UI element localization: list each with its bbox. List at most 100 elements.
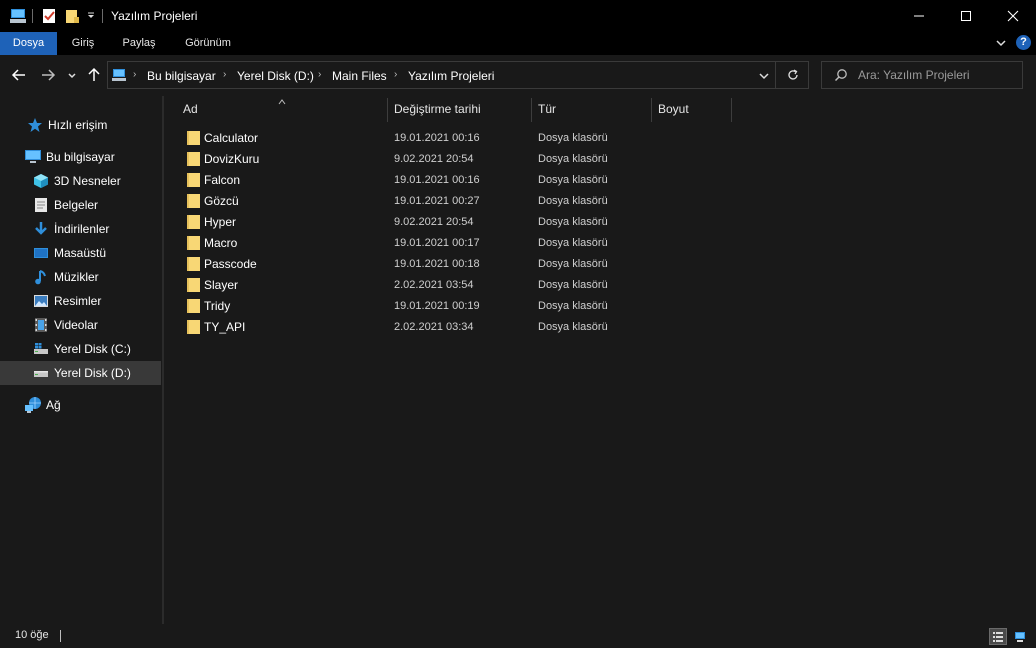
file-date: 9.02.2021 20:54 xyxy=(394,153,474,165)
sidebar-item-videos[interactable]: Videolar xyxy=(0,313,161,337)
table-row[interactable]: Gözcü 19.01.2021 00:27 Dosya klasörü xyxy=(182,191,742,212)
table-row[interactable]: DovizKuru 9.02.2021 20:54 Dosya klasörü xyxy=(182,149,742,170)
sidebar-item-label: İndirilenler xyxy=(54,222,110,236)
column-header-date[interactable]: Değiştirme tarihi xyxy=(394,96,481,122)
tab-file[interactable]: Dosya xyxy=(0,32,57,55)
folder-icon xyxy=(187,173,200,187)
breadcrumb-separator-icon[interactable]: › xyxy=(394,69,397,80)
file-name: TY_API xyxy=(204,320,246,334)
column-header-size[interactable]: Boyut xyxy=(658,96,689,122)
folder-icon xyxy=(187,257,200,271)
title-bar: Yazılım Projeleri xyxy=(0,0,1036,32)
table-row[interactable]: TY_API 2.02.2021 03:34 Dosya klasörü xyxy=(182,317,742,338)
sidebar-item-label: Ağ xyxy=(46,398,61,412)
breadcrumb-separator-icon[interactable]: › xyxy=(318,69,321,80)
this-pc-icon xyxy=(111,67,127,86)
recent-locations-chevron-icon[interactable] xyxy=(67,70,77,84)
sidebar-item-disk-c[interactable]: Yerel Disk (C:) xyxy=(0,337,161,361)
breadcrumb-current-folder[interactable]: Yazılım Projeleri xyxy=(408,69,494,83)
folder-icon xyxy=(187,131,200,145)
sidebar-item-network[interactable]: Ağ xyxy=(0,393,161,417)
sidebar-item-label: Resimler xyxy=(54,294,102,308)
table-row[interactable]: Falcon 19.01.2021 00:16 Dosya klasörü xyxy=(182,170,742,191)
search-icon xyxy=(834,68,848,85)
sort-ascending-icon xyxy=(278,94,286,108)
file-date: 9.02.2021 20:54 xyxy=(394,216,474,228)
sidebar-item-pictures[interactable]: Resimler xyxy=(0,289,161,313)
desktop-icon xyxy=(32,244,50,262)
file-name: Passcode xyxy=(204,257,257,271)
details-view-button[interactable] xyxy=(989,628,1007,645)
breadcrumb-main-files[interactable]: Main Files xyxy=(332,69,387,83)
file-type: Dosya klasörü xyxy=(538,153,608,165)
table-row[interactable]: Passcode 19.01.2021 00:18 Dosya klasörü xyxy=(182,254,742,275)
folder-icon xyxy=(187,215,200,229)
file-date: 19.01.2021 00:16 xyxy=(394,132,480,144)
back-arrow-icon[interactable] xyxy=(11,67,27,86)
sidebar-item-desktop[interactable]: Masaüstü xyxy=(0,241,161,265)
drive-windows-icon xyxy=(32,340,50,358)
properties-icon[interactable] xyxy=(41,7,57,25)
sidebar-item-label: Yerel Disk (D:) xyxy=(54,366,131,380)
table-row[interactable]: Macro 19.01.2021 00:17 Dosya klasörü xyxy=(182,233,742,254)
sidebar-item-3d-objects[interactable]: 3D Nesneler xyxy=(0,169,161,193)
table-row[interactable]: Slayer 2.02.2021 03:54 Dosya klasörü xyxy=(182,275,742,296)
large-icons-view-button[interactable] xyxy=(1011,628,1029,645)
search-input[interactable] xyxy=(858,67,1018,83)
tab-view[interactable]: Görünüm xyxy=(169,32,247,55)
expand-ribbon-chevron-icon[interactable] xyxy=(995,37,1007,52)
sidebar-item-quick-access[interactable]: Hızlı erişim xyxy=(0,113,161,137)
file-type: Dosya klasörü xyxy=(538,258,608,270)
file-list: Ad Değiştirme tarihi Tür Boyut Calculato… xyxy=(164,96,1036,624)
folder-icon xyxy=(187,152,200,166)
file-name: DovizKuru xyxy=(204,152,260,166)
address-bar[interactable]: › Bu bilgisayar › Yerel Disk (D:) › Main… xyxy=(107,61,809,89)
up-arrow-icon[interactable] xyxy=(86,67,102,86)
document-icon xyxy=(32,196,50,214)
star-icon xyxy=(26,116,44,134)
folder-icon xyxy=(187,278,200,292)
sidebar-item-disk-d[interactable]: Yerel Disk (D:) xyxy=(0,361,161,385)
customize-qa-chevron-icon[interactable] xyxy=(86,7,96,25)
table-row[interactable]: Hyper 9.02.2021 20:54 Dosya klasörü xyxy=(182,212,742,233)
new-folder-icon[interactable] xyxy=(64,7,80,25)
breadcrumb-disk-d[interactable]: Yerel Disk (D:) xyxy=(237,69,314,83)
address-history-chevron-icon[interactable] xyxy=(758,70,770,85)
column-separator[interactable] xyxy=(531,98,532,122)
search-box[interactable] xyxy=(821,61,1023,89)
folder-icon xyxy=(187,299,200,313)
breadcrumb-separator-icon[interactable]: › xyxy=(223,69,226,80)
sidebar-item-documents[interactable]: Belgeler xyxy=(0,193,161,217)
sidebar-item-label: Hızlı erişim xyxy=(48,118,108,132)
sidebar-item-this-pc[interactable]: Bu bilgisayar xyxy=(0,145,161,169)
table-row[interactable]: Tridy 19.01.2021 00:19 Dosya klasörü xyxy=(182,296,742,317)
file-name: Slayer xyxy=(204,278,239,292)
column-separator[interactable] xyxy=(651,98,652,122)
minimize-button[interactable] xyxy=(896,0,942,32)
sidebar-item-label: Müzikler xyxy=(54,270,99,284)
file-date: 19.01.2021 00:19 xyxy=(394,300,480,312)
file-date: 19.01.2021 00:16 xyxy=(394,174,480,186)
sidebar-item-label: 3D Nesneler xyxy=(54,174,121,188)
column-header-name[interactable]: Ad xyxy=(183,96,198,122)
breadcrumb-this-pc[interactable]: Bu bilgisayar xyxy=(147,69,216,83)
table-row[interactable]: Calculator 19.01.2021 00:16 Dosya klasör… xyxy=(182,128,742,149)
column-separator[interactable] xyxy=(731,98,732,122)
explorer-app-icon[interactable] xyxy=(9,7,27,25)
column-header-type[interactable]: Tür xyxy=(538,96,556,122)
file-type: Dosya klasörü xyxy=(538,237,608,249)
help-icon[interactable]: ? xyxy=(1016,35,1031,50)
sidebar-item-music[interactable]: Müzikler xyxy=(0,265,161,289)
column-separator[interactable] xyxy=(387,98,388,122)
maximize-button[interactable] xyxy=(943,0,989,32)
sidebar-item-downloads[interactable]: İndirilenler xyxy=(0,217,161,241)
breadcrumb-separator-icon[interactable]: › xyxy=(133,69,136,80)
refresh-icon[interactable] xyxy=(786,68,800,85)
close-button[interactable] xyxy=(990,0,1036,32)
file-type: Dosya klasörü xyxy=(538,195,608,207)
tab-share[interactable]: Paylaş xyxy=(109,32,169,55)
status-bar: 10 öğe xyxy=(0,624,1036,648)
this-pc-icon xyxy=(24,148,42,166)
forward-arrow-icon[interactable] xyxy=(40,67,56,86)
tab-home[interactable]: Giriş xyxy=(57,32,109,55)
